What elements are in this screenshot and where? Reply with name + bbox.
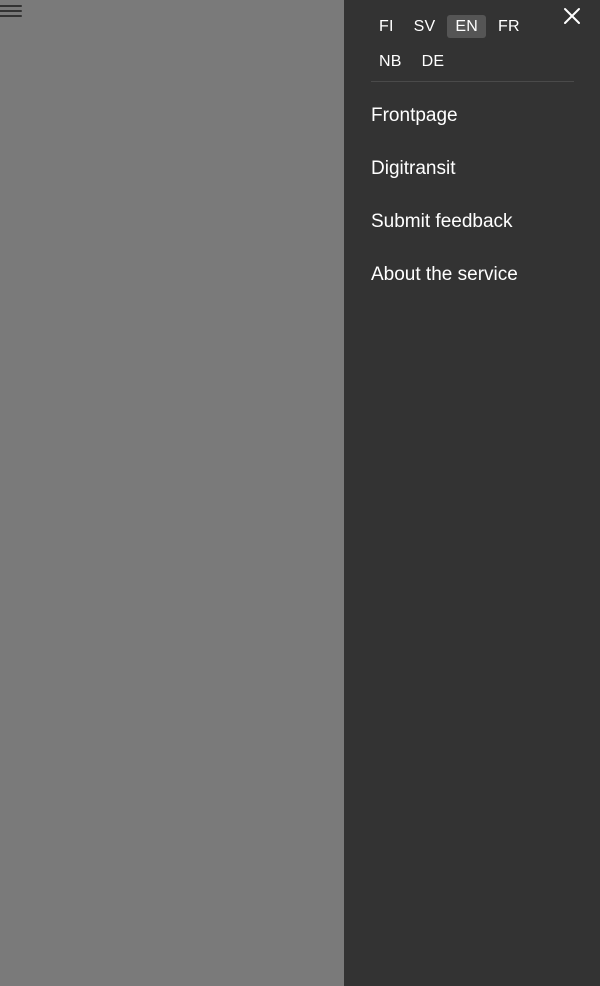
app-page: FI SV EN FR NB DE Frontpage Digitransit … <box>0 0 600 986</box>
language-selector: FI SV EN FR NB DE <box>371 15 574 82</box>
menu-item-label: Digitransit <box>371 158 456 179</box>
language-sv[interactable]: SV <box>406 15 444 38</box>
language-en[interactable]: EN <box>447 15 487 38</box>
menu-item-label: About the service <box>371 264 518 285</box>
language-de[interactable]: DE <box>414 50 453 73</box>
menu-item-submit-feedback[interactable]: Submit feedback <box>371 202 518 255</box>
language-fr[interactable]: FR <box>490 15 528 38</box>
menu-item-label: Submit feedback <box>371 211 513 232</box>
hamburger-icon[interactable] <box>0 3 22 19</box>
menu-item-about[interactable]: About the service <box>371 255 518 308</box>
language-nb[interactable]: NB <box>371 50 410 73</box>
menu-item-digitransit[interactable]: Digitransit <box>371 149 518 202</box>
menu-item-label: Frontpage <box>371 105 458 126</box>
menu-item-frontpage[interactable]: Frontpage <box>371 96 518 149</box>
drawer-menu: Frontpage Digitransit Submit feedback Ab… <box>371 96 518 308</box>
side-drawer: FI SV EN FR NB DE Frontpage Digitransit … <box>344 0 600 986</box>
language-fi[interactable]: FI <box>371 15 402 38</box>
